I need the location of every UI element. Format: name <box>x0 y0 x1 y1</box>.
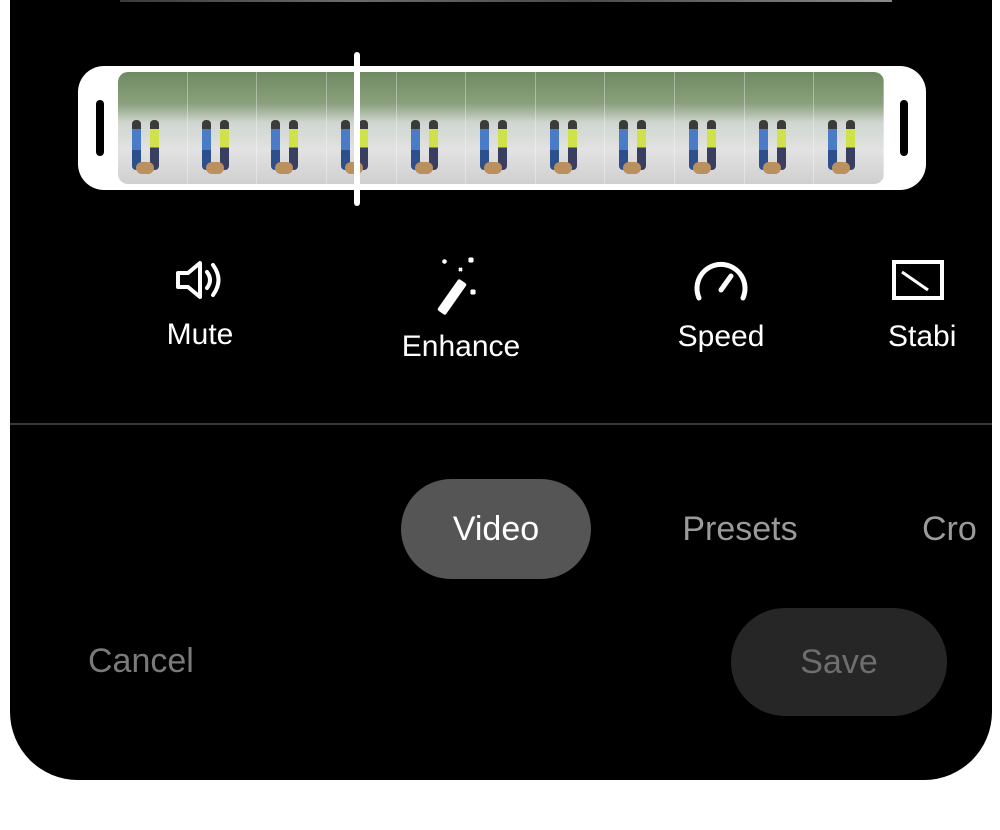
filmstrip-frame <box>535 72 606 184</box>
enhance-label: Enhance <box>401 330 521 363</box>
speed-button[interactable]: Speed <box>631 256 811 354</box>
enhance-button[interactable]: Enhance <box>371 256 551 364</box>
tab-video[interactable]: Video <box>401 479 591 579</box>
divider <box>10 423 992 425</box>
video-preview-edge <box>120 0 892 2</box>
filmstrip-frame <box>396 72 467 184</box>
filmstrip-frame <box>466 72 536 184</box>
tab-presets[interactable]: Presets <box>655 479 825 579</box>
speed-label: Speed <box>677 320 765 353</box>
tab-crop[interactable]: Cro <box>922 479 992 579</box>
stabilize-icon <box>892 260 944 300</box>
filmstrip-frame <box>744 72 815 184</box>
magic-wand-icon <box>437 256 477 315</box>
cancel-button[interactable]: Cancel <box>88 642 194 681</box>
trim-timeline[interactable] <box>78 66 926 190</box>
filmstrip-frame <box>118 72 188 184</box>
filmstrip-frame <box>605 72 676 184</box>
stabilize-button[interactable]: Stabi <box>888 256 992 354</box>
filmstrip-frame <box>257 72 327 184</box>
trim-handle-right[interactable] <box>900 100 908 156</box>
speedometer-icon <box>694 261 748 301</box>
save-button[interactable]: Save <box>731 608 947 716</box>
filmstrip-frame <box>187 72 258 184</box>
playhead[interactable] <box>354 52 360 206</box>
mute-label: Mute <box>166 318 234 351</box>
filmstrip-frame <box>675 72 745 184</box>
video-editor-screen: Mute Enhance Speed Stabi Video Presets C… <box>10 0 992 780</box>
speaker-icon <box>176 261 221 299</box>
filmstrip-frame <box>814 72 884 184</box>
filmstrip-frame <box>326 72 397 184</box>
mute-button[interactable]: Mute <box>110 256 290 352</box>
filmstrip <box>118 72 884 184</box>
stabilize-label: Stabi <box>888 320 957 353</box>
trim-handle-left[interactable] <box>96 100 104 156</box>
